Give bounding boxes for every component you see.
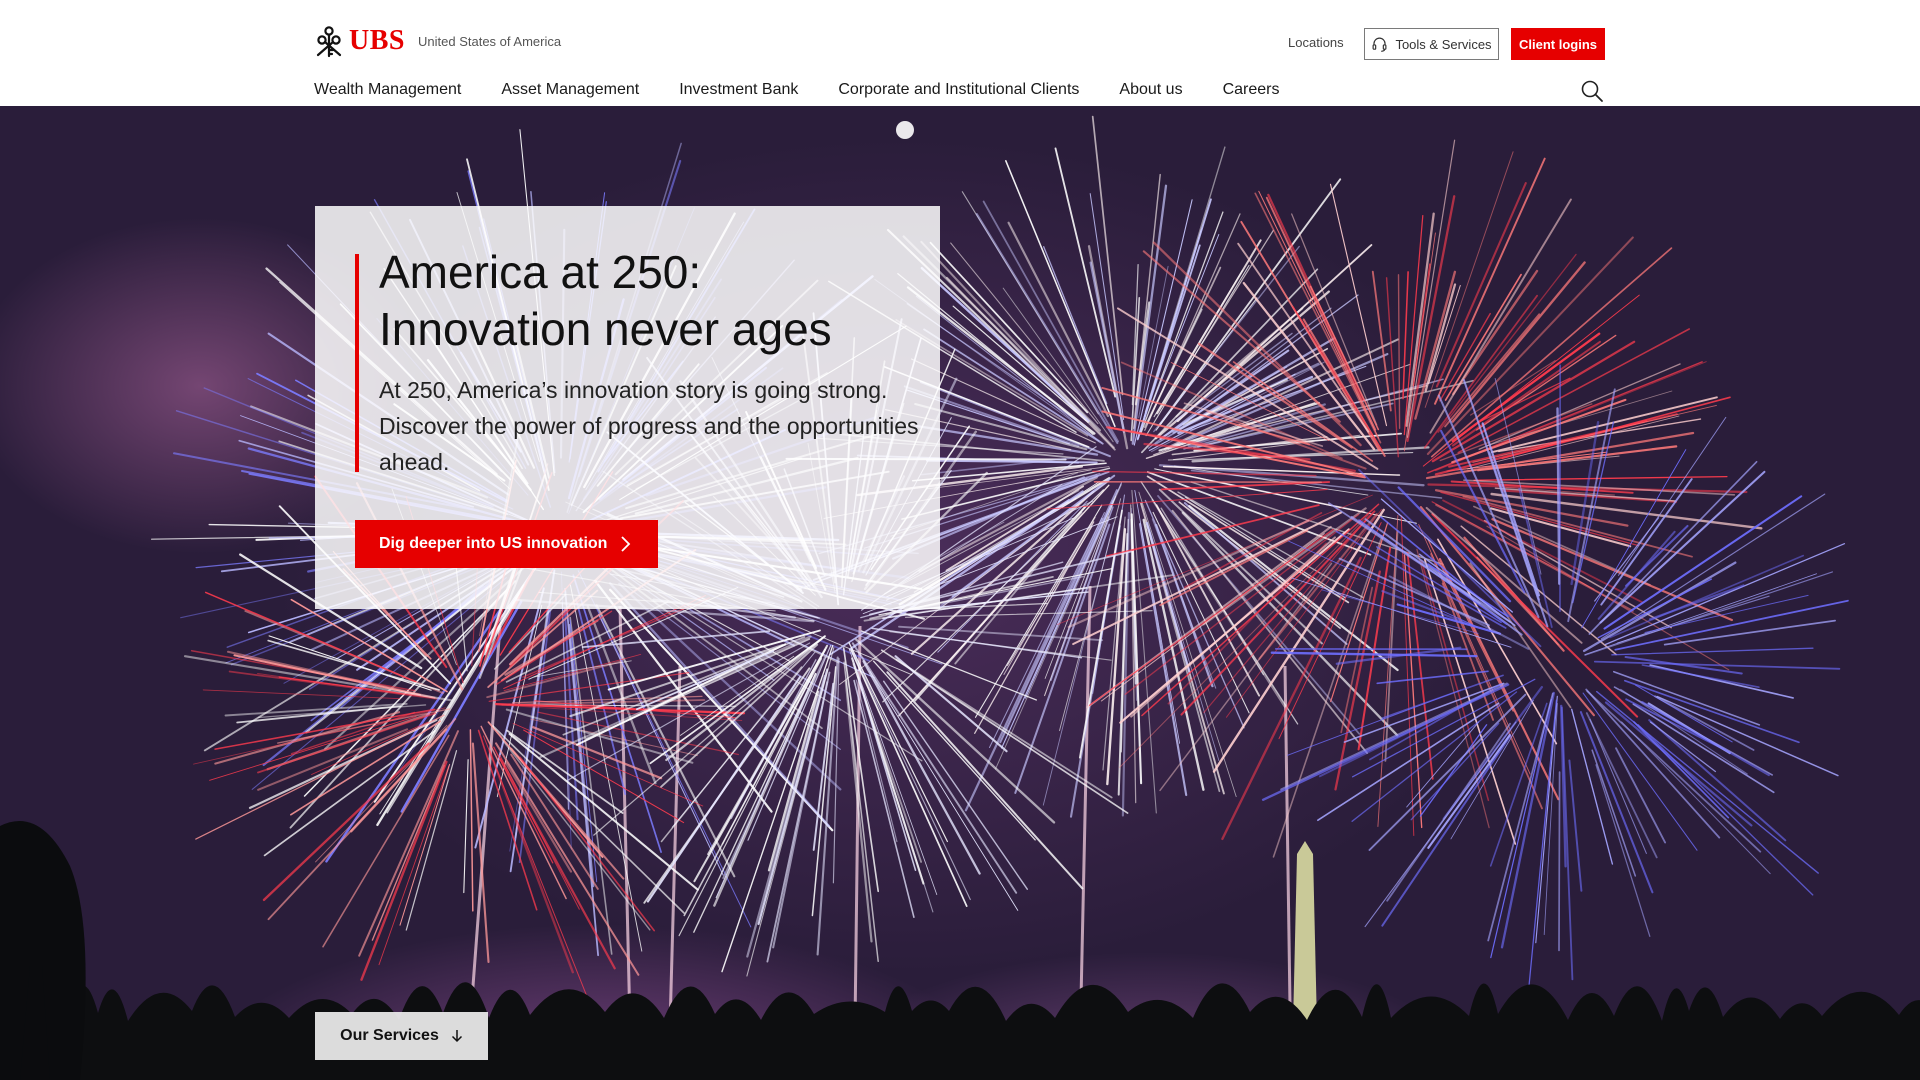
chevron-right-icon xyxy=(621,536,631,552)
headset-icon xyxy=(1372,37,1387,52)
ubs-logo[interactable]: UBS xyxy=(314,24,405,58)
promo-card: America at 250: Innovation never ages At… xyxy=(315,206,940,609)
dig-deeper-label: Dig deeper into US innovation xyxy=(379,535,608,552)
nav-item-investment-bank[interactable]: Investment Bank xyxy=(679,80,798,100)
hero-banner: America at 250: Innovation never ages At… xyxy=(0,106,1920,1080)
nav-item-about-us[interactable]: About us xyxy=(1119,80,1182,100)
locations-link[interactable]: Locations xyxy=(1288,35,1344,51)
nav-item-corporate-institutional[interactable]: Corporate and Institutional Clients xyxy=(838,80,1079,100)
our-services-button[interactable]: Our Services xyxy=(315,1012,488,1060)
promo-title-line-1: America at 250: xyxy=(379,246,702,298)
dig-deeper-button[interactable]: Dig deeper into US innovation xyxy=(355,520,659,568)
nav-item-careers[interactable]: Careers xyxy=(1223,80,1280,100)
promo-description: At 250, America’s innovation story is go… xyxy=(379,377,919,475)
site-header: UBS United States of America Locations T… xyxy=(0,0,1920,106)
our-services-label: Our Services xyxy=(340,1027,439,1044)
nav-item-wealth-management[interactable]: Wealth Management xyxy=(314,80,461,100)
search-icon[interactable] xyxy=(1580,79,1604,103)
tools-services-button[interactable]: Tools & Services xyxy=(1364,28,1499,60)
promo-title-line-2: Innovation never ages xyxy=(379,303,832,355)
arrow-down-icon xyxy=(451,1030,462,1043)
region-label: United States of America xyxy=(418,34,562,49)
tools-services-label: Tools & Services xyxy=(1395,36,1492,52)
promo-title: America at 250: Innovation never ages xyxy=(379,244,919,358)
logo-text: UBS xyxy=(349,25,405,56)
ubs-keys-icon xyxy=(316,26,342,58)
fireworks-background-image xyxy=(0,115,1920,1080)
promo-accent-bar xyxy=(355,254,359,472)
nav-item-asset-management[interactable]: Asset Management xyxy=(501,80,639,100)
main-nav: Wealth Management Asset Management Inves… xyxy=(314,80,1319,100)
client-logins-button[interactable]: Client logins xyxy=(1511,28,1605,60)
